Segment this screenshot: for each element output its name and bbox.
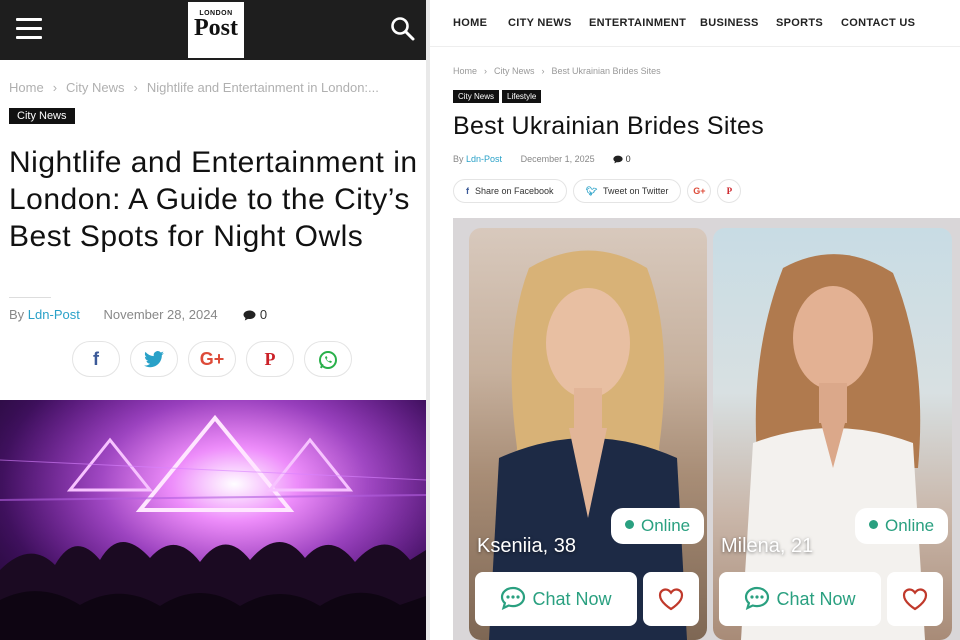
profile-name: Milena, 21 xyxy=(721,535,814,557)
author-link[interactable]: Ldn-Post xyxy=(28,307,80,322)
nav-city-news[interactable]: CITY NEWS xyxy=(508,17,572,29)
online-dot-icon xyxy=(625,520,634,530)
google-plus-icon[interactable]: G+ xyxy=(188,341,236,377)
chat-now-button[interactable]: Chat Now xyxy=(719,572,881,626)
by-label: By xyxy=(9,307,25,322)
search-icon[interactable] xyxy=(390,16,416,42)
nav-home[interactable]: HOME xyxy=(453,17,487,29)
chat-now-label: Chat Now xyxy=(532,589,612,609)
like-button[interactable] xyxy=(887,572,943,626)
main-nav: HOME CITY NEWS ENTERTAINMENT BUSINESS SP… xyxy=(430,0,960,47)
online-status: Online xyxy=(611,508,705,544)
mobile-article-view: LONDON Post Home › City News › Nightlife and… xyxy=(0,0,426,640)
article-title: Best Ukrainian Brides Sites xyxy=(453,112,765,140)
online-label: Online xyxy=(885,516,935,535)
comment-icon xyxy=(613,155,623,164)
logo-main-text: Post xyxy=(194,15,238,41)
facebook-icon[interactable]: f xyxy=(72,341,120,377)
twitter-icon: 🐦︎ xyxy=(585,186,597,196)
author-link[interactable]: Ldn-Post xyxy=(466,154,502,164)
pinterest-icon[interactable]: P xyxy=(246,341,294,377)
comment-count-value: 0 xyxy=(259,307,268,322)
dating-profiles-image: Online Kseniia, 38 Chat Now Online Milen… xyxy=(453,218,960,640)
breadcrumb-home[interactable]: Home xyxy=(453,66,477,76)
online-dot-icon xyxy=(869,520,878,530)
share-facebook-label: Share on Facebook xyxy=(475,186,554,196)
category-lifestyle[interactable]: Lifestyle xyxy=(502,90,542,103)
breadcrumb-home[interactable]: Home xyxy=(9,80,44,95)
publish-date: December 1, 2025 xyxy=(520,154,595,164)
title-divider xyxy=(9,297,51,298)
menu-icon[interactable] xyxy=(16,18,42,40)
article-hero-image xyxy=(0,400,426,640)
article-title: Nightlife and Entertainment in London: A… xyxy=(9,146,418,253)
desktop-article-view: HOME CITY NEWS ENTERTAINMENT BUSINESS SP… xyxy=(430,0,960,640)
facebook-icon: f xyxy=(466,186,469,196)
chat-icon xyxy=(501,587,526,611)
category-badges: City News Lifestyle xyxy=(453,86,544,104)
like-button[interactable] xyxy=(643,572,699,626)
nav-business[interactable]: BUSINESS xyxy=(700,17,759,29)
nightclub-image xyxy=(0,400,426,640)
profile-name: Kseniia, 38 xyxy=(477,535,576,557)
top-bar: LONDON Post xyxy=(0,0,426,60)
heart-icon xyxy=(902,588,928,611)
share-row: f Share on Facebook 🐦︎ Tweet on Twitter G+ P xyxy=(453,179,747,203)
share-twitter-label: Tweet on Twitter xyxy=(603,186,669,196)
breadcrumb-current: Best Ukrainian Brides Sites xyxy=(551,66,661,76)
social-share-row: f G+ P xyxy=(72,341,362,377)
category-badge[interactable]: City News xyxy=(9,108,75,124)
comment-count[interactable]: 0 xyxy=(613,154,631,164)
breadcrumb-city-news[interactable]: City News xyxy=(494,66,535,76)
breadcrumb: Home › City News › Best Ukrainian Brides Sit… xyxy=(453,66,661,76)
twitter-icon[interactable] xyxy=(130,341,178,377)
online-label: Online xyxy=(641,516,691,535)
chat-now-button[interactable]: Chat Now xyxy=(475,572,637,626)
comment-count[interactable]: 0 xyxy=(243,307,267,322)
nav-entertainment[interactable]: ENTERTAINMENT xyxy=(589,17,686,29)
online-status: Online xyxy=(855,508,949,544)
profile-card: Online Kseniia, 38 Chat Now xyxy=(469,228,707,640)
breadcrumb-current: Nightlife and Entertainment in London:..… xyxy=(146,80,379,95)
profile-card: Online Milena, 21 Chat Now xyxy=(713,228,952,640)
chat-icon xyxy=(745,587,770,611)
heart-icon xyxy=(658,588,684,611)
google-plus-icon[interactable]: G+ xyxy=(687,179,712,203)
breadcrumb: Home › City News › Nightlife and Entertainme… xyxy=(9,80,379,95)
share-twitter-button[interactable]: 🐦︎ Tweet on Twitter xyxy=(572,179,682,203)
category-city-news[interactable]: City News xyxy=(453,90,500,103)
chat-now-label: Chat Now xyxy=(776,589,856,609)
article-meta: By Ldn-Post November 28, 2024 0 xyxy=(9,307,267,322)
pinterest-icon[interactable]: P xyxy=(717,179,742,203)
publish-date: November 28, 2024 xyxy=(103,307,218,322)
article-meta: By Ldn-Post December 1, 2025 0 xyxy=(453,154,631,164)
nav-sports[interactable]: SPORTS xyxy=(776,17,823,29)
comment-count-value: 0 xyxy=(625,154,631,164)
whatsapp-icon[interactable] xyxy=(304,341,352,377)
nav-contact-us[interactable]: CONTACT US xyxy=(841,17,915,29)
share-facebook-button[interactable]: f Share on Facebook xyxy=(453,179,567,203)
breadcrumb-city-news[interactable]: City News xyxy=(66,80,125,95)
by-label: By xyxy=(453,154,464,164)
comment-icon xyxy=(243,310,256,321)
site-logo[interactable]: LONDON Post xyxy=(188,2,244,58)
